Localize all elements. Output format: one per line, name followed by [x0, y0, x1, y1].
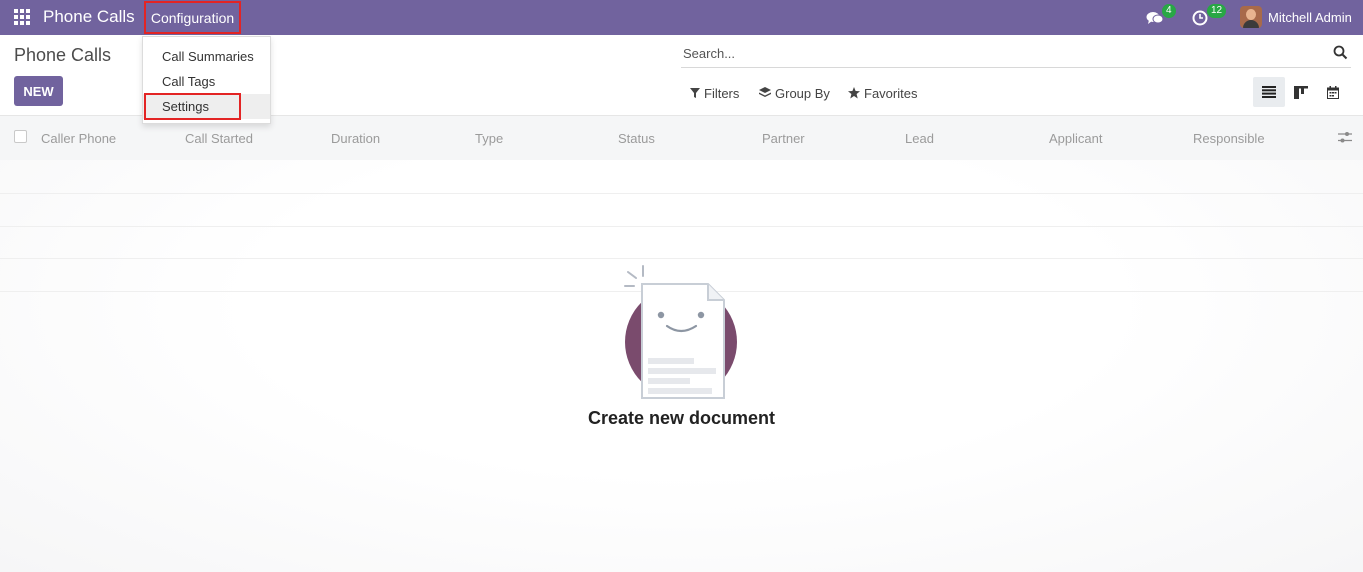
menu-configuration[interactable]: Configuration	[144, 1, 241, 34]
empty-document-illustration	[624, 265, 737, 399]
menu-item-call-tags[interactable]: Call Tags	[143, 69, 270, 94]
apps-grid-icon[interactable]	[14, 9, 30, 25]
configuration-dropdown: Call Summaries Call Tags Settings	[142, 36, 271, 124]
search-icon[interactable]	[1333, 45, 1348, 60]
user-menu[interactable]: Mitchell Admin	[1240, 5, 1352, 29]
column-header[interactable]: Type	[475, 131, 503, 146]
breadcrumb: Phone Calls	[14, 45, 112, 65]
empty-state-title: Create new document	[587, 408, 776, 428]
user-name: Mitchell Admin	[1268, 9, 1352, 25]
star-icon	[848, 87, 860, 99]
select-all-checkbox[interactable]	[14, 130, 27, 143]
activities-badge: 12	[1207, 4, 1227, 18]
group-by-toggle[interactable]: Group By	[759, 85, 830, 101]
favorites-toggle[interactable]: Favorites	[848, 85, 917, 101]
messages-badge: 4	[1162, 4, 1176, 18]
filters-label: Filters	[704, 85, 740, 101]
column-header[interactable]: Duration	[331, 131, 380, 146]
favorites-label: Favorites	[864, 85, 918, 101]
new-button[interactable]: NEW	[14, 76, 63, 106]
settings-sliders-icon[interactable]	[1338, 131, 1352, 144]
row-divider	[0, 258, 1363, 259]
group-by-label: Group By	[775, 85, 830, 101]
menu-item-settings[interactable]: Settings	[143, 94, 270, 119]
list-view-button[interactable]	[1253, 77, 1285, 107]
activities-button[interactable]: 12	[1192, 0, 1227, 35]
calendar-view-icon	[1327, 85, 1339, 99]
list-view-icon	[1262, 86, 1276, 98]
filter-icon	[690, 88, 700, 98]
menu-item-call-summaries[interactable]: Call Summaries	[143, 44, 270, 69]
column-header[interactable]: Status	[618, 131, 655, 146]
kanban-view-button[interactable]	[1285, 77, 1317, 107]
calendar-view-button[interactable]	[1317, 77, 1349, 107]
layers-icon	[759, 87, 771, 97]
column-header[interactable]: Lead	[905, 131, 934, 146]
row-divider	[0, 226, 1363, 227]
column-header[interactable]: Responsible	[1193, 131, 1265, 146]
column-header[interactable]: Call Started	[185, 131, 253, 146]
app-title[interactable]: Phone Calls	[43, 7, 135, 27]
row-divider	[0, 193, 1363, 194]
column-header[interactable]: Partner	[762, 131, 805, 146]
top-navbar: Phone Calls Configuration 4 12 Mitchell …	[0, 0, 1363, 35]
column-header[interactable]: Applicant	[1049, 131, 1102, 146]
search-bar	[681, 40, 1351, 68]
messages-button[interactable]: 4	[1146, 0, 1176, 35]
avatar	[1240, 6, 1262, 28]
search-input[interactable]	[681, 40, 1301, 66]
kanban-view-icon	[1294, 85, 1308, 99]
column-header[interactable]: Caller Phone	[41, 131, 116, 146]
clock-icon	[1192, 10, 1208, 25]
filters-toggle[interactable]: Filters	[690, 85, 739, 101]
